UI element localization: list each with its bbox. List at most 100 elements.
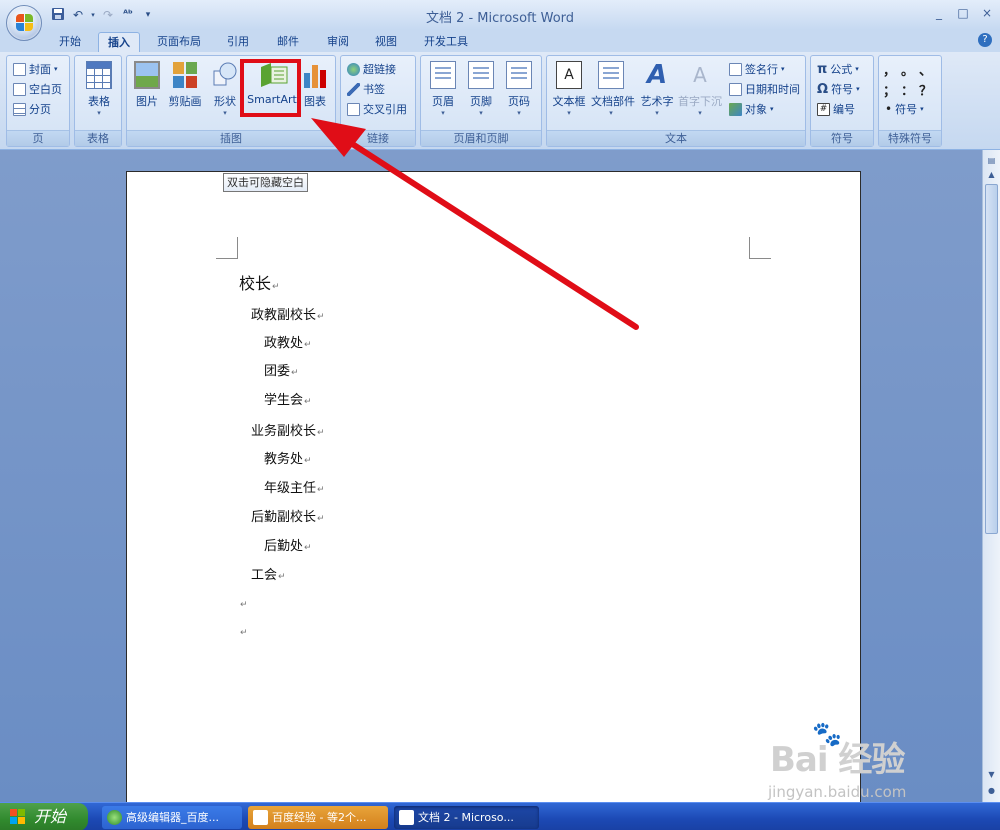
paragraph-mark-icon: ↵	[304, 543, 312, 553]
picture-icon	[134, 61, 160, 89]
maximize-button[interactable]: □	[956, 6, 970, 20]
cross-reference-button[interactable]: 交叉引用	[347, 100, 407, 118]
tab-view[interactable]: 视图	[366, 32, 406, 52]
outline-line[interactable]: 政教副校长↵	[251, 304, 325, 323]
outline-line-text: 政教处	[264, 336, 304, 351]
document-page[interactable]: 校长↵ 政教副校长↵ 政教处↵ 团委↵ 学生会↵ 业务副校长↵ 教务处↵ 年级主任↵ 后勤副校长…	[126, 171, 861, 811]
minimize-button[interactable]: _	[932, 6, 946, 20]
ruler-toggle-icon[interactable]: ▤	[984, 154, 999, 168]
signature-line-button[interactable]: 签名行 ▾	[729, 60, 785, 78]
outline-line[interactable]: ↵	[239, 592, 248, 611]
outline-line[interactable]: 政教处↵	[264, 332, 312, 351]
date-time-button[interactable]: 日期和时间	[729, 80, 800, 98]
outline-line-text: 政教副校长	[251, 308, 317, 323]
special-symbol-question[interactable]: ？	[919, 80, 932, 99]
office-button[interactable]	[6, 5, 42, 41]
outline-line[interactable]: 团委↵	[264, 360, 299, 379]
page-number-button[interactable]: 页码 ▾	[499, 61, 539, 121]
bookmark-button[interactable]: 书签	[347, 80, 385, 98]
wordart-button[interactable]: A 艺术字 ▾	[637, 61, 677, 121]
special-symbol-comma[interactable]: ，	[883, 60, 896, 79]
textbox-button[interactable]: A 文本框 ▾	[549, 61, 589, 121]
omega-icon: Ω	[817, 81, 829, 97]
outline-line[interactable]: 后勤处↵	[264, 535, 312, 554]
taskbar-item-word[interactable]: 文档 2 - Microso...	[394, 806, 539, 829]
outline-line-text: 后勤处	[264, 539, 304, 554]
paragraph-mark-icon: ↵	[240, 628, 248, 638]
chart-button[interactable]: 图表	[295, 61, 335, 121]
blank-page-button[interactable]: 空白页	[13, 80, 62, 98]
browse-object-icon[interactable]: ●	[984, 784, 999, 798]
scrollbar-thumb[interactable]	[985, 184, 998, 534]
hyperlink-button[interactable]: 超链接	[347, 60, 396, 78]
outline-line-text: 业务副校长	[251, 424, 317, 439]
tab-mailings[interactable]: 邮件	[268, 32, 308, 52]
scroll-down-icon[interactable]: ▼	[984, 768, 999, 782]
bookmark-icon	[347, 82, 360, 96]
outline-line[interactable]: 教务处↵	[264, 448, 312, 467]
scroll-up-icon[interactable]: ▲	[984, 168, 999, 182]
group-header-footer: 页眉 ▾ 页脚 ▾ 页码 ▾ 页眉和页脚	[420, 55, 542, 147]
special-symbol-period[interactable]: 。	[901, 60, 914, 79]
equation-button[interactable]: π 公式 ▾	[817, 60, 859, 78]
help-icon[interactable]: ?	[978, 33, 992, 47]
outline-line[interactable]: 校长↵	[239, 270, 280, 294]
taskbar-item-baidu[interactable]: 百度经验 - 等2个...	[248, 806, 388, 829]
tab-insert[interactable]: 插入	[98, 32, 140, 52]
tab-home[interactable]: 开始	[48, 32, 92, 52]
footer-button[interactable]: 页脚 ▾	[461, 61, 501, 121]
group-illustrations: 图片 剪贴画 形状 ▾ SmartArt 图表 插图	[126, 55, 336, 147]
taskbar-item-editor[interactable]: 高级编辑器_百度...	[102, 806, 242, 829]
tab-references[interactable]: 引用	[218, 32, 258, 52]
smartart-highlight-box	[240, 59, 301, 117]
vertical-scrollbar[interactable]: ▤ ▲ ▼ ●	[982, 150, 1000, 802]
paragraph-mark-icon: ↵	[304, 397, 312, 407]
ie-icon	[107, 810, 122, 825]
tab-developer[interactable]: 开发工具	[416, 32, 476, 52]
page-number-icon	[506, 61, 532, 89]
table-icon	[86, 61, 112, 89]
special-symbol-enum-comma[interactable]: 、	[919, 60, 932, 79]
tab-review[interactable]: 审阅	[318, 32, 358, 52]
outline-line[interactable]: 业务副校长↵	[251, 420, 325, 439]
outline-line[interactable]: ↵	[239, 620, 248, 639]
table-button[interactable]: 表格 ▾	[79, 61, 119, 121]
close-button[interactable]: ×	[980, 6, 994, 20]
cross-reference-icon	[347, 102, 360, 116]
baidu-watermark: 🐾 Bai 经验 jingyan.baidu.com	[760, 720, 960, 805]
numbering-button[interactable]: # 编号	[817, 100, 855, 118]
hyperlink-icon	[347, 62, 360, 76]
clipart-button[interactable]: 剪贴画	[165, 61, 205, 121]
special-symbol-semicolon[interactable]: ；	[883, 80, 896, 99]
cover-page-icon	[13, 62, 26, 76]
group-label-text: 文本	[547, 130, 805, 146]
outline-line-text: 年级主任	[264, 481, 317, 496]
drop-cap-button[interactable]: A 首字下沉 ▾	[677, 61, 723, 121]
watermark-main-text: Bai 经验	[770, 740, 905, 780]
page-break-button[interactable]: 分页	[13, 100, 51, 118]
symbol-button[interactable]: Ω 符号 ▾	[817, 80, 860, 98]
group-symbols: π 公式 ▾ Ω 符号 ▾ # 编号 符号	[810, 55, 874, 147]
outline-line[interactable]: 工会↵	[251, 564, 286, 583]
object-button[interactable]: 对象 ▾	[729, 100, 774, 118]
special-symbol-button[interactable]: • 符号 ▾	[885, 100, 924, 118]
start-label: 开始	[34, 807, 67, 826]
bullet-icon: •	[885, 102, 893, 116]
outline-line[interactable]: 学生会↵	[264, 389, 312, 408]
special-symbol-colon[interactable]: ：	[901, 80, 914, 99]
outline-line[interactable]: 后勤副校长↵	[251, 506, 325, 525]
object-icon	[729, 102, 742, 116]
page-break-icon	[13, 102, 26, 116]
start-button[interactable]: 开始	[0, 803, 88, 830]
shapes-button[interactable]: 形状 ▾	[205, 61, 245, 121]
picture-button[interactable]: 图片	[127, 61, 167, 121]
signature-icon	[729, 62, 742, 76]
window-controls: _ □ ×	[932, 6, 994, 20]
header-button[interactable]: 页眉 ▾	[423, 61, 463, 121]
tab-page-layout[interactable]: 页面布局	[150, 32, 208, 52]
calendar-icon	[729, 82, 742, 96]
cover-page-button[interactable]: 封面 ▾	[13, 60, 58, 78]
quick-parts-button[interactable]: 文档部件 ▾	[591, 61, 635, 121]
outline-line[interactable]: 年级主任↵	[264, 477, 325, 496]
shapes-icon	[212, 61, 238, 89]
